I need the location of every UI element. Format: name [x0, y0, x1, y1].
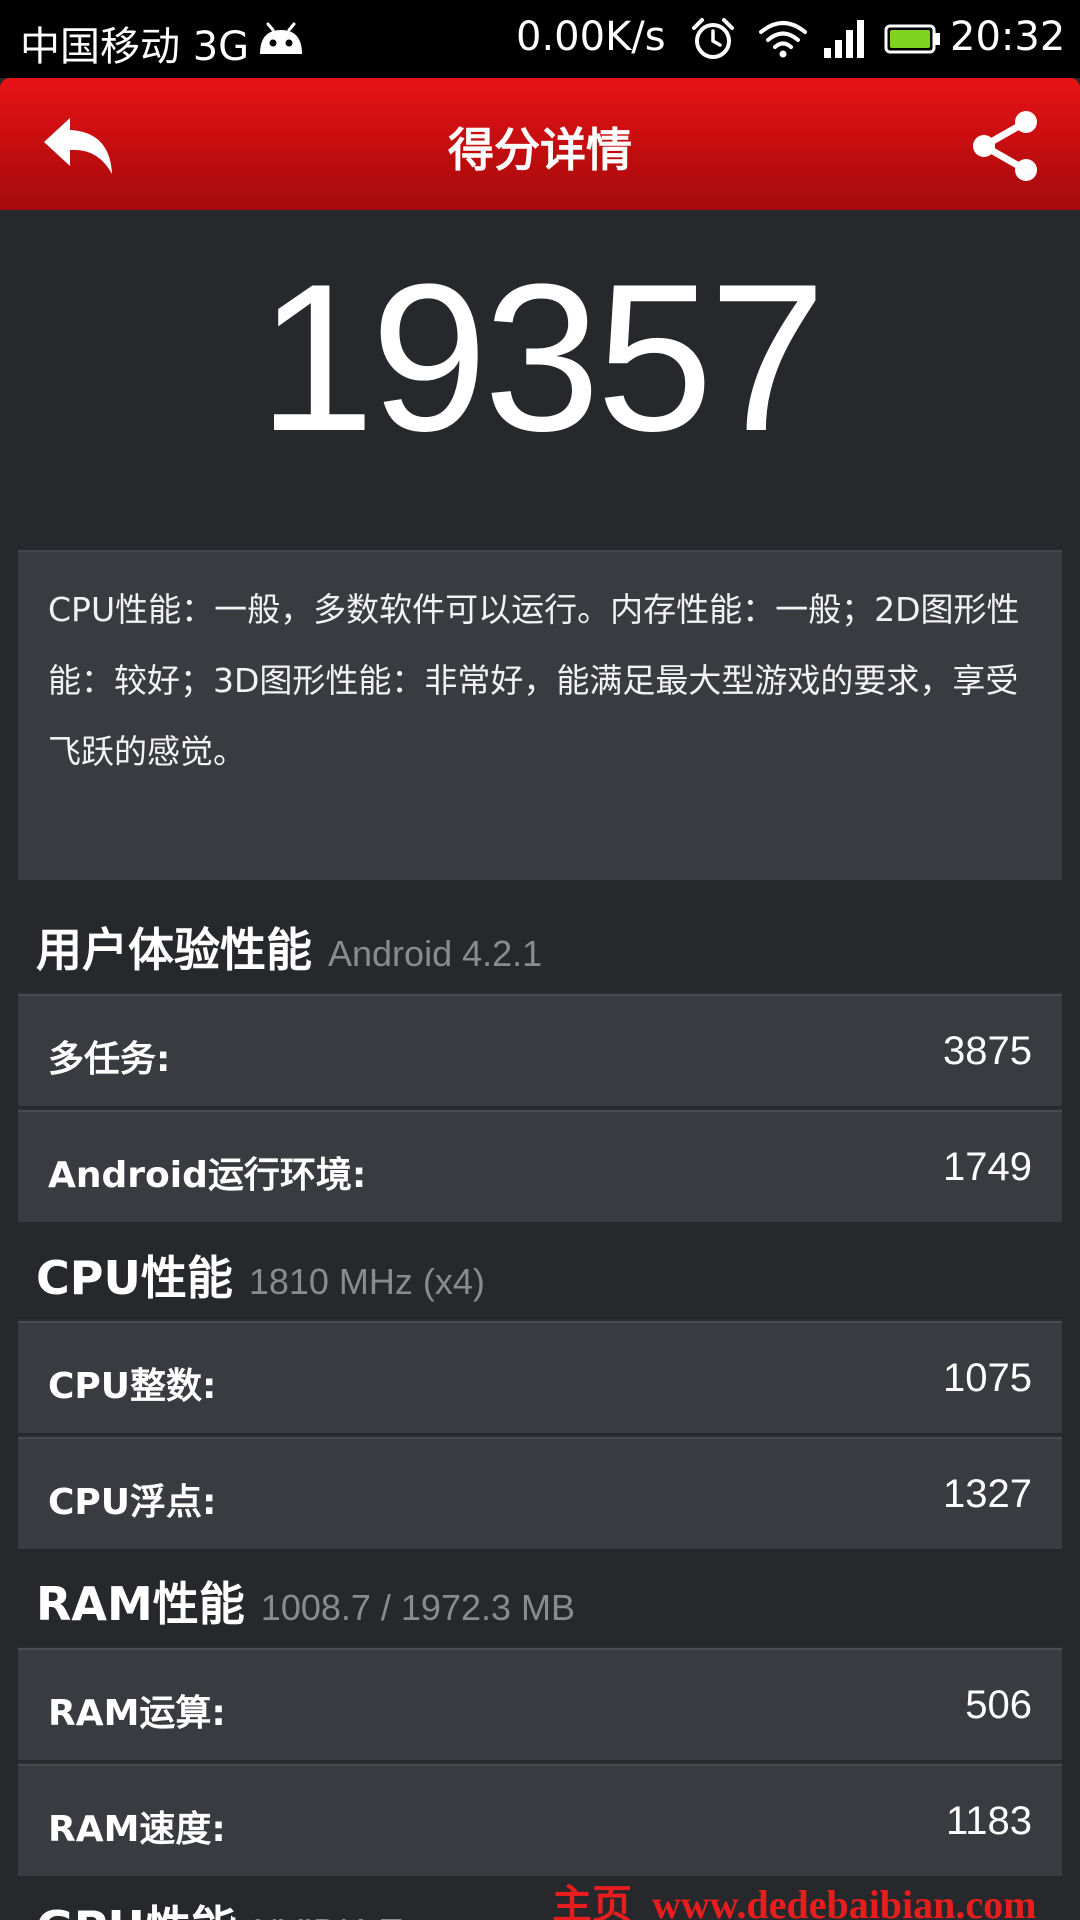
- section-subtitle: 1008.7 / 1972.3 MB: [260, 1587, 576, 1628]
- signal-icon: [824, 20, 864, 58]
- score-row-android-runtime[interactable]: Android运行环境: 1749: [18, 1110, 1062, 1222]
- section-subtitle: NVIDIA Tegra: [253, 1911, 470, 1920]
- row-label: RAM运算:: [48, 1693, 226, 1734]
- status-bar: 中国移动 3G 0.00K/s 20:32: [0, 0, 1080, 78]
- alarm-icon: [692, 18, 734, 59]
- row-label: 多任务:: [48, 1039, 171, 1080]
- section-title: GPU性能: [36, 1901, 237, 1920]
- battery-icon: [884, 24, 940, 54]
- score-row-cpu-float[interactable]: CPU浮点: 1327: [18, 1437, 1062, 1549]
- page-title: 得分详情: [448, 123, 632, 177]
- score-row-ram-operation[interactable]: RAM运算: 506: [18, 1648, 1062, 1760]
- row-label: RAM速度:: [48, 1809, 226, 1850]
- section-subtitle: 1810 MHz (x4): [248, 1261, 485, 1302]
- section-header-gpu: GPU性能 NVIDIA Tegra: [36, 1892, 470, 1920]
- carrier-label: 中国移动 3G: [20, 24, 250, 70]
- section-subtitle: Android 4.2.1: [328, 933, 543, 974]
- wifi-icon: [759, 21, 807, 58]
- row-value: 1327: [943, 1472, 1032, 1516]
- share-icon[interactable]: [968, 108, 1044, 184]
- summary-text: CPU性能：一般，多数软件可以运行。内存性能：一般；2D图形性能：较好；3D图形…: [48, 590, 1020, 771]
- clock: 20:32: [950, 14, 1066, 60]
- row-value: 1183: [945, 1799, 1032, 1843]
- android-icon: [260, 22, 302, 54]
- row-value: 506: [965, 1683, 1032, 1727]
- section-header-ram: RAM性能 1008.7 / 1972.3 MB: [36, 1568, 575, 1634]
- row-value: 1749: [943, 1145, 1032, 1189]
- summary-box: CPU性能：一般，多数软件可以运行。内存性能：一般；2D图形性能：较好；3D图形…: [18, 550, 1062, 880]
- score-row-multitask[interactable]: 多任务: 3875: [18, 994, 1062, 1106]
- row-value: 1075: [943, 1356, 1032, 1400]
- screen: 中国移动 3G 0.00K/s 20:32 得分详情 19357 CPU性能：一…: [0, 0, 1080, 1920]
- watermark: 主页_www.dedebaibian.com: [552, 1882, 1037, 1920]
- network-speed: 0.00K/s: [516, 14, 666, 60]
- section-title: CPU性能: [36, 1251, 233, 1305]
- total-score: 19357: [258, 240, 826, 475]
- score-row-cpu-integer[interactable]: CPU整数: 1075: [18, 1321, 1062, 1433]
- title-bar: 得分详情: [0, 78, 1080, 210]
- row-label: Android运行环境:: [48, 1155, 367, 1196]
- section-title: 用户体验性能: [36, 923, 312, 977]
- section-header-ux: 用户体验性能 Android 4.2.1: [36, 914, 542, 980]
- row-label: CPU浮点:: [48, 1482, 217, 1523]
- section-header-cpu: CPU性能 1810 MHz (x4): [36, 1242, 485, 1308]
- section-title: RAM性能: [36, 1577, 245, 1631]
- row-label: CPU整数:: [48, 1366, 217, 1407]
- row-value: 3875: [943, 1029, 1032, 1073]
- score-row-ram-speed[interactable]: RAM速度: 1183: [18, 1764, 1062, 1876]
